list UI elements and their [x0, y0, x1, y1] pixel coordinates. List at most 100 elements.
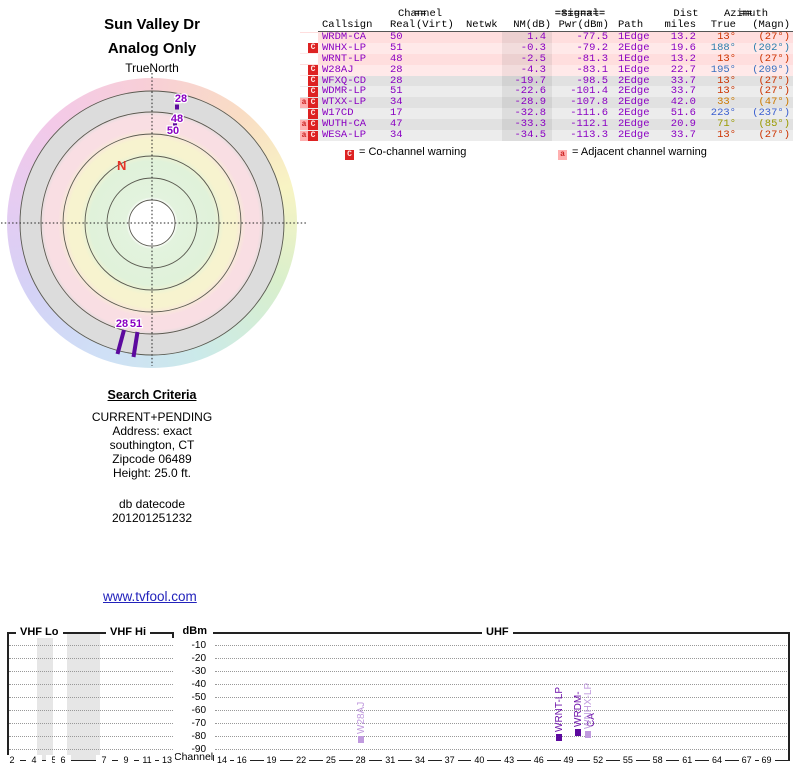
station-table: == Channel == ======== Signal ======== Dist == A… — [300, 8, 800, 149]
adjacent-channel-badge-icon: a — [558, 150, 567, 160]
co-channel-badge: C — [308, 76, 318, 87]
band-label-vhf-hi: VHF Hi — [106, 626, 151, 638]
co-channel-badge: C — [308, 97, 318, 108]
cell-nm: -28.9 — [502, 97, 552, 109]
cell-netwk — [458, 65, 502, 76]
table-row: C WNHX-LP 51 -0.3 -79.2 2Edge 19.6 188° (202°) — [300, 42, 793, 54]
table-row: a C WTXX-LP 34 -28.9 -107.8 2Edge 42.0 33° (47°) — [300, 97, 793, 109]
channel-tick: 13 — [159, 755, 175, 765]
dbm-tick: -90 — [191, 744, 206, 755]
cell-true_az: 188° — [710, 42, 736, 54]
cell-callsign: WRNT-LP — [322, 53, 367, 65]
cell-virt — [416, 54, 458, 65]
tvfool-link[interactable]: www.tvfool.com — [103, 589, 197, 604]
cell-nm: -2.5 — [502, 53, 552, 65]
grid-line — [215, 671, 787, 672]
cell-real: 51 — [390, 42, 403, 54]
dbm-tick: -40 — [191, 679, 206, 690]
page-title: Sun Valley Dr — [104, 16, 200, 33]
cell-virt — [416, 65, 458, 76]
co-channel-badge: C — [308, 65, 318, 76]
cell-true_az: 13° — [717, 130, 736, 141]
north-marker: N — [117, 158, 126, 173]
column-header-nm: NM(dB) — [513, 19, 551, 31]
grid-line — [215, 658, 787, 659]
channel-tick: 2 — [4, 755, 20, 765]
grid-line — [9, 697, 173, 698]
adjacent-channel-badge: a — [300, 97, 308, 108]
adjacent-channel-badge: a — [300, 119, 308, 130]
column-header-magn_az: (Magn) — [752, 19, 790, 31]
cell-miles: 13.2 — [670, 32, 696, 43]
adjacent-channel-badge — [300, 86, 308, 97]
channel-tick: 43 — [501, 755, 518, 765]
channel-tick: 6 — [55, 755, 71, 765]
cell-virt — [416, 97, 458, 108]
cell-miles: 13.2 — [670, 53, 696, 65]
co-channel-badge: C — [308, 108, 318, 119]
channel-tick: 40 — [471, 755, 488, 765]
cell-nm: -0.3 — [502, 42, 552, 54]
datecode-label: db datecode — [118, 497, 186, 511]
search-line: southington, CT — [109, 438, 195, 452]
table-row: a C WUTH-CA 47 -33.3 -112.1 2Edge 20.9 71° (85°) — [300, 119, 793, 131]
column-header-callsign: Callsign — [322, 19, 373, 31]
cell-netwk — [458, 130, 502, 141]
cell-pwr: -101.4 — [570, 86, 608, 98]
cell-real: 34 — [390, 97, 403, 109]
co-channel-badge — [308, 32, 318, 43]
channel-tick: 46 — [530, 755, 547, 765]
table-row: C W17CD 17 -32.8 -111.6 2Edge 51.6 223° (237°) — [300, 108, 793, 120]
spectrum-chart: VHF Lo VHF Hi UHF dBm Channel -10 -20 -30-… — [0, 624, 800, 768]
table-row: C W28AJ 28 -4.3 -83.1 1Edge 22.7 195° (209°) — [300, 64, 793, 76]
grid-line — [9, 749, 173, 750]
grid-line — [215, 736, 787, 737]
radar-marker-label: 28 — [116, 318, 128, 330]
grid-line — [9, 710, 173, 711]
channel-tick: 25 — [322, 755, 339, 765]
table-row: a C WESA-LP 34 -34.5 -113.3 2Edge 33.7 13° (27°) — [300, 130, 793, 141]
cell-miles: 33.7 — [670, 75, 696, 87]
cell-nm: -4.3 — [502, 64, 552, 76]
band-label-uhf: UHF — [482, 626, 513, 638]
cell-real: 47 — [390, 119, 403, 131]
cell-callsign: WNHX-LP — [322, 42, 367, 54]
cell-netwk — [458, 76, 502, 87]
adjacent-channel-badge: a — [300, 130, 308, 141]
cell-path: 2Edge — [618, 75, 650, 87]
column-header-pwr: Pwr(dBm) — [558, 19, 609, 31]
cell-pwr: -79.2 — [576, 42, 608, 54]
band-label-vhf-lo: VHF Lo — [16, 626, 63, 638]
cell-nm: -19.7 — [502, 75, 552, 87]
cell-magn_az: (27°) — [758, 86, 790, 98]
cell-pwr: -112.1 — [570, 119, 608, 131]
cell-netwk — [458, 54, 502, 65]
cell-magn_az: (27°) — [758, 53, 790, 65]
cell-callsign: WFXQ-CD — [322, 75, 367, 87]
grid-line — [9, 723, 173, 724]
station-marker-icon — [115, 329, 126, 355]
channel-tick: 49 — [560, 755, 577, 765]
cell-nm: -22.6 — [502, 86, 552, 98]
dbm-axis-label: dBm — [182, 625, 207, 637]
cell-magn_az: (237°) — [752, 108, 790, 120]
cell-true_az: 71° — [717, 119, 736, 131]
grid-line — [9, 645, 173, 646]
cell-real: 34 — [390, 130, 403, 141]
search-criteria: Search Criteria CURRENT+PENDING Address: … — [52, 388, 252, 525]
cell-virt — [416, 43, 458, 54]
grid-line — [9, 658, 173, 659]
cell-virt — [416, 32, 458, 43]
cell-path: 2Edge — [618, 108, 650, 120]
spectrum-marker-bar — [575, 728, 582, 736]
cell-true_az: 13° — [717, 53, 736, 65]
cell-virt — [416, 119, 458, 130]
search-line: Height: 25.0 ft. — [112, 466, 192, 480]
channel-tick: 19 — [263, 755, 280, 765]
table-row: WRDM-CA 50 1.4 -77.5 1Edge 13.2 13° (27°) — [300, 32, 793, 43]
cell-real: 51 — [390, 86, 403, 98]
cell-netwk — [458, 119, 502, 130]
cell-real: 28 — [390, 64, 403, 76]
spectrum-marker-label: WNHX-LP — [583, 682, 595, 729]
cell-miles: 19.6 — [670, 42, 696, 54]
